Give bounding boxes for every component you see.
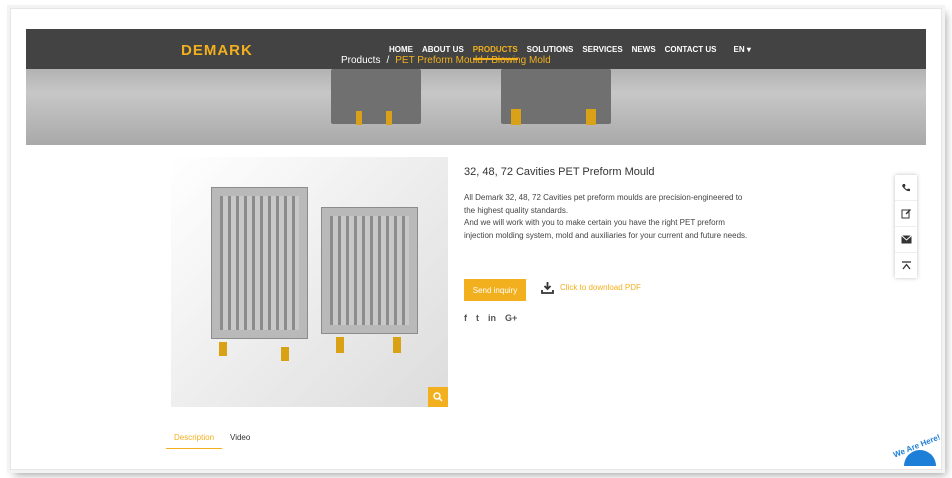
brand-logo[interactable]: DEMARK xyxy=(181,42,253,59)
mould-gold-pin xyxy=(219,342,227,356)
breadcrumb: Products / PET Preform Mould / Blowing Mol… xyxy=(341,55,551,66)
page-frame: DEMARK HOME ABOUT US PRODUCTS SOLUTIONS … xyxy=(10,8,942,470)
tab-description[interactable]: Description xyxy=(166,427,223,449)
hero-mould-detail xyxy=(386,111,392,125)
back-to-top-button[interactable] xyxy=(895,253,917,278)
social-share: f t in G+ xyxy=(464,313,517,323)
google-plus-icon[interactable]: G+ xyxy=(505,313,517,323)
nav-products[interactable]: PRODUCTS xyxy=(472,45,518,60)
mail-icon xyxy=(900,235,912,244)
nav-news[interactable]: NEWS xyxy=(632,45,656,54)
download-pdf-link[interactable]: Click to download PDF xyxy=(541,281,641,294)
chat-badge[interactable]: We Are Here! xyxy=(890,426,946,466)
tab-video[interactable]: Video xyxy=(222,427,258,449)
nav-services[interactable]: SERVICES xyxy=(582,45,622,54)
nav-contact-us[interactable]: CONTACT US xyxy=(665,45,717,54)
send-inquiry-button[interactable]: Send inquiry xyxy=(464,279,526,301)
download-pdf-label: Click to download PDF xyxy=(560,283,641,292)
breadcrumb-products[interactable]: Products xyxy=(341,55,380,66)
phone-button[interactable] xyxy=(895,175,917,201)
hero-mould-detail xyxy=(356,111,362,125)
zoom-button[interactable] xyxy=(428,387,448,407)
feedback-button[interactable] xyxy=(895,201,917,227)
edit-icon xyxy=(901,209,911,219)
facebook-icon[interactable]: f xyxy=(464,313,467,323)
linkedin-icon[interactable]: in xyxy=(488,313,496,323)
language-label: EN xyxy=(733,44,745,54)
hero-mould-image xyxy=(331,69,421,124)
search-icon xyxy=(433,392,443,402)
mould-gold-pin xyxy=(336,337,344,353)
nav-about-us[interactable]: ABOUT US xyxy=(422,45,464,54)
twitter-icon[interactable]: t xyxy=(476,313,479,323)
nav-home[interactable]: HOME xyxy=(389,45,413,54)
product-description-line-1: All Demark 32, 48, 72 Cavities pet prefo… xyxy=(464,193,743,215)
product-image[interactable] xyxy=(171,157,448,407)
chevron-down-icon: ▾ xyxy=(744,44,751,54)
download-icon xyxy=(541,282,554,294)
breadcrumb-separator: / xyxy=(386,55,390,66)
mould-gold-pin xyxy=(281,347,289,361)
product-title: 32, 48, 72 Cavities PET Preform Mould xyxy=(464,166,655,178)
floating-toolbar xyxy=(895,175,917,278)
email-button[interactable] xyxy=(895,227,917,253)
hero-mould-detail xyxy=(511,109,521,125)
product-description: All Demark 32, 48, 72 Cavities pet prefo… xyxy=(464,192,754,242)
mould-plate-right xyxy=(321,207,418,334)
hero-mould-detail xyxy=(586,109,596,125)
breadcrumb-current[interactable]: PET Preform Mould / Blowing Mold xyxy=(395,55,550,66)
mould-plate-left xyxy=(211,187,308,339)
phone-icon xyxy=(902,183,910,191)
product-description-line-2: And we will work with you to make certai… xyxy=(464,218,748,240)
mould-gold-pin xyxy=(393,337,401,353)
product-tabs: Description Video xyxy=(166,427,258,449)
language-selector[interactable]: EN ▾ xyxy=(734,45,751,54)
to-top-icon xyxy=(901,260,911,269)
nav-solutions[interactable]: SOLUTIONS xyxy=(527,45,574,54)
